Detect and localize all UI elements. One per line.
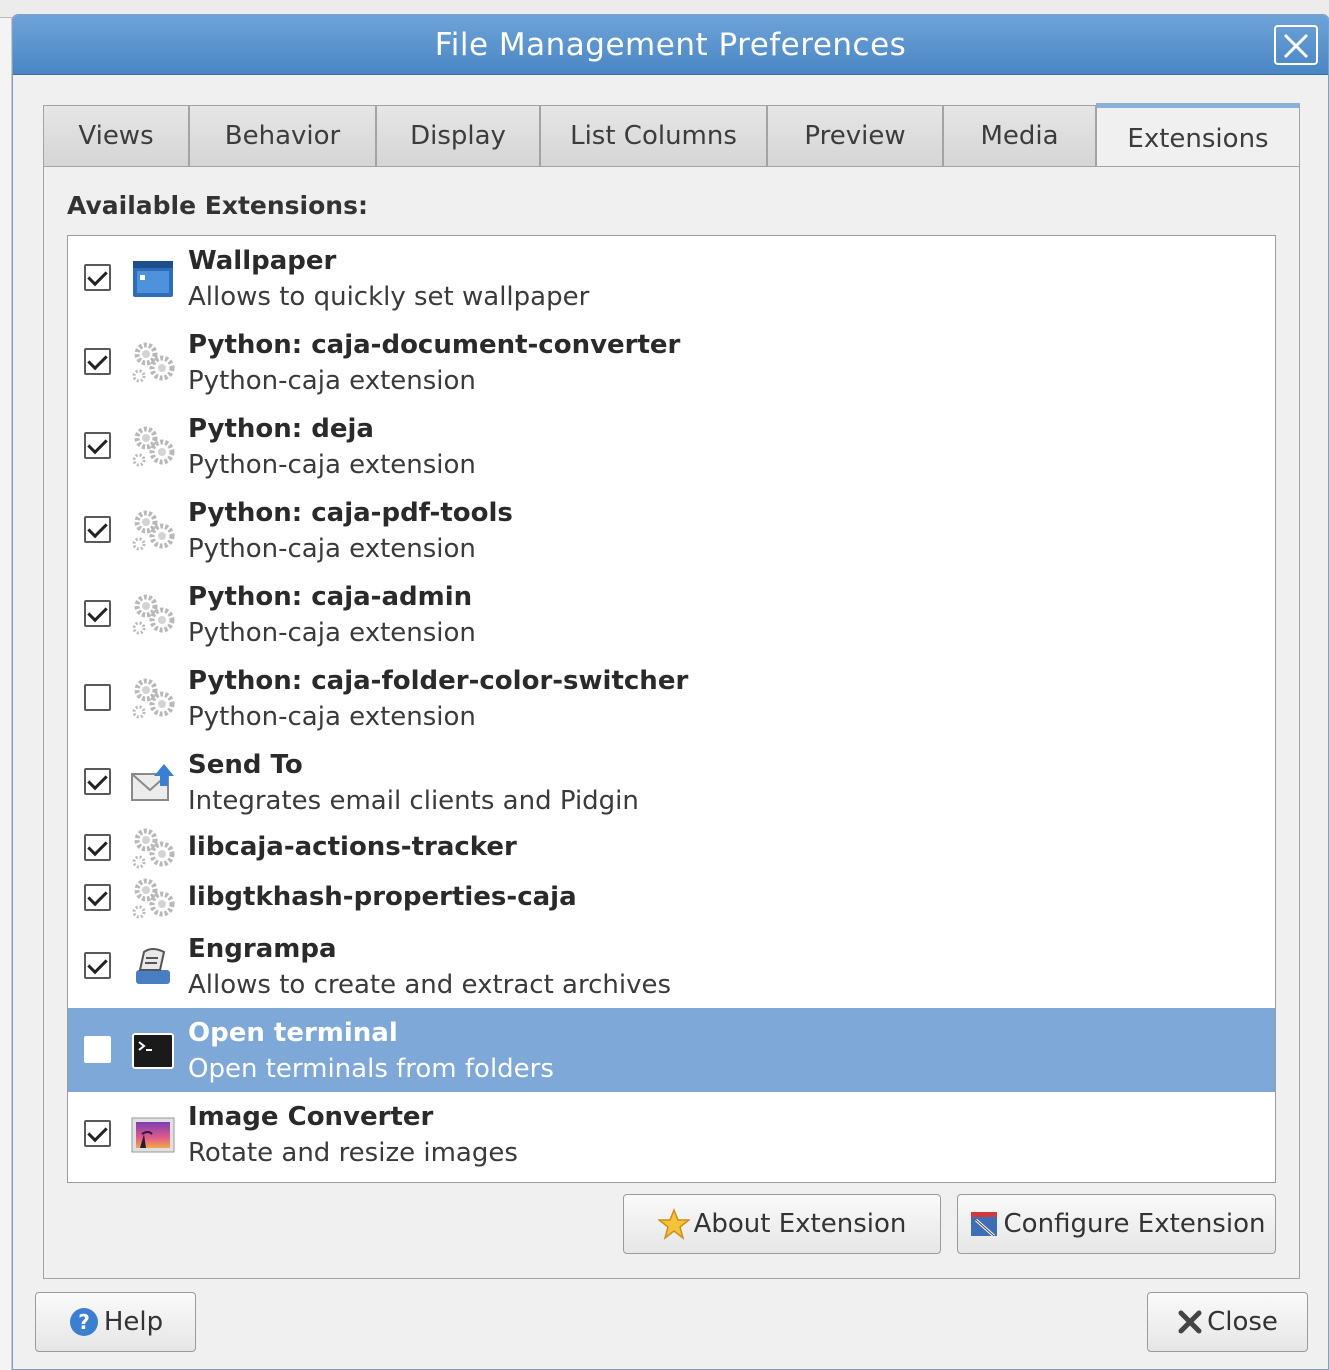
extension-checkbox[interactable] — [84, 684, 111, 711]
extension-name: Python: caja-document-converter — [188, 330, 681, 360]
list-item[interactable]: Python: caja-admin Python-caja extension — [68, 572, 1275, 656]
tab-label: List Columns — [570, 121, 737, 151]
list-item[interactable]: Engrampa Allows to create and extract ar… — [68, 924, 1275, 1008]
gears-icon — [132, 878, 175, 919]
gears-icon — [132, 594, 175, 635]
list-item-selected[interactable]: Open terminal Open terminals from folder… — [68, 1008, 1275, 1092]
extensions-list[interactable]: Wallpaper Allows to quickly set wallpape… — [67, 235, 1276, 1183]
terminal-icon — [132, 1033, 174, 1069]
extension-name: Python: deja — [188, 414, 374, 444]
gears-icon — [132, 828, 175, 869]
extension-description: Python-caja extension — [188, 534, 476, 564]
configure-icon — [970, 1212, 997, 1238]
gears-icon — [132, 426, 175, 467]
archive-icon — [136, 948, 170, 984]
help-button[interactable]: ? Help — [35, 1292, 196, 1352]
extension-description: Rotate and resize images — [188, 1138, 518, 1168]
preferences-dialog: File Management Preferences Views Behavi… — [12, 14, 1329, 1370]
extension-name: Python: caja-pdf-tools — [188, 498, 513, 528]
extension-description: Python-caja extension — [188, 366, 476, 396]
close-icon — [1178, 1310, 1202, 1334]
extension-checkbox[interactable] — [84, 264, 111, 291]
list-item[interactable]: Image Converter Rotate and resize images — [68, 1092, 1275, 1176]
extension-checkbox[interactable] — [84, 952, 111, 979]
gears-icon — [132, 678, 175, 719]
tab-label: Media — [980, 121, 1059, 151]
list-item[interactable]: Send To Integrates email clients and Pid… — [68, 740, 1275, 824]
send-to-icon — [131, 764, 174, 801]
image-icon — [131, 1117, 175, 1153]
extension-name: Image Converter — [188, 1102, 434, 1132]
extension-name: libcaja-actions-tracker — [188, 832, 517, 862]
extension-checkbox[interactable] — [84, 600, 111, 627]
extension-checkbox[interactable] — [84, 516, 111, 543]
extension-checkbox[interactable] — [84, 834, 111, 861]
tab-list-columns[interactable]: List Columns — [540, 105, 767, 167]
extension-description: Open terminals from folders — [188, 1054, 554, 1084]
close-button[interactable]: Close — [1147, 1292, 1308, 1352]
extension-name: Open terminal — [188, 1018, 398, 1048]
extension-checkbox[interactable] — [84, 348, 111, 375]
svg-text:?: ? — [78, 1310, 90, 1334]
gears-icon — [132, 342, 175, 383]
tab-behavior[interactable]: Behavior — [189, 105, 376, 167]
configure-extension-label: Configure Extension — [1003, 1209, 1266, 1239]
tab-media[interactable]: Media — [943, 105, 1096, 167]
list-item[interactable]: libcaja-actions-tracker — [68, 824, 1275, 874]
tab-label: Views — [78, 121, 154, 151]
extension-name: libgtkhash-properties-caja — [188, 882, 577, 912]
extension-name: Python: caja-folder-color-switcher — [188, 666, 689, 696]
extension-description: Python-caja extension — [188, 702, 476, 732]
about-extension-button[interactable]: About Extension — [623, 1194, 941, 1254]
extension-checkbox[interactable] — [84, 1120, 111, 1147]
gears-icon — [132, 510, 175, 551]
star-icon — [657, 1208, 690, 1240]
extension-checkbox[interactable] — [84, 768, 111, 795]
tab-label: Display — [410, 121, 506, 151]
about-extension-label: About Extension — [693, 1209, 907, 1239]
help-icon: ? — [69, 1308, 98, 1336]
list-item[interactable]: Python: caja-folder-color-switcher Pytho… — [68, 656, 1275, 740]
list-item[interactable]: libgtkhash-properties-caja — [68, 874, 1275, 924]
title-bar[interactable]: File Management Preferences — [13, 15, 1328, 75]
list-item[interactable]: Python: deja Python-caja extension — [68, 404, 1275, 488]
background-app-edge — [0, 18, 12, 1370]
list-item[interactable]: Python: caja-document-converter Python-c… — [68, 320, 1275, 404]
extension-description: Python-caja extension — [188, 618, 476, 648]
extension-description: Integrates email clients and Pidgin — [188, 786, 639, 816]
wallpaper-icon — [133, 261, 173, 297]
help-label: Help — [103, 1307, 164, 1337]
tab-bar: Views Behavior Display List Columns Prev… — [43, 103, 1300, 169]
window-close-button[interactable] — [1274, 25, 1318, 65]
tab-preview[interactable]: Preview — [767, 105, 943, 167]
tab-views[interactable]: Views — [43, 105, 189, 167]
tab-extensions[interactable]: Extensions — [1096, 103, 1300, 169]
extension-description: Python-caja extension — [188, 450, 476, 480]
configure-extension-button[interactable]: Configure Extension — [957, 1194, 1276, 1254]
tab-display[interactable]: Display — [376, 105, 540, 167]
extension-checkbox[interactable] — [84, 1036, 111, 1063]
list-item[interactable]: Wallpaper Allows to quickly set wallpape… — [68, 236, 1275, 320]
list-item[interactable]: Python: caja-pdf-tools Python-caja exten… — [68, 488, 1275, 572]
tab-label: Behavior — [224, 121, 341, 151]
tab-label: Extensions — [1127, 123, 1269, 154]
extension-name: Engrampa — [188, 934, 337, 964]
window-title: File Management Preferences — [434, 27, 907, 63]
extension-name: Wallpaper — [188, 246, 337, 276]
extension-checkbox[interactable] — [84, 884, 111, 911]
close-icon — [1283, 33, 1309, 59]
close-label: Close — [1207, 1307, 1278, 1337]
extension-description: Allows to quickly set wallpaper — [188, 282, 590, 312]
available-extensions-label: Available Extensions: — [67, 191, 368, 220]
extension-name: Python: caja-admin — [188, 582, 473, 612]
extension-name: Send To — [188, 750, 303, 780]
extension-description: Allows to create and extract archives — [188, 970, 672, 1000]
tab-label: Preview — [804, 121, 906, 151]
extension-checkbox[interactable] — [84, 432, 111, 459]
